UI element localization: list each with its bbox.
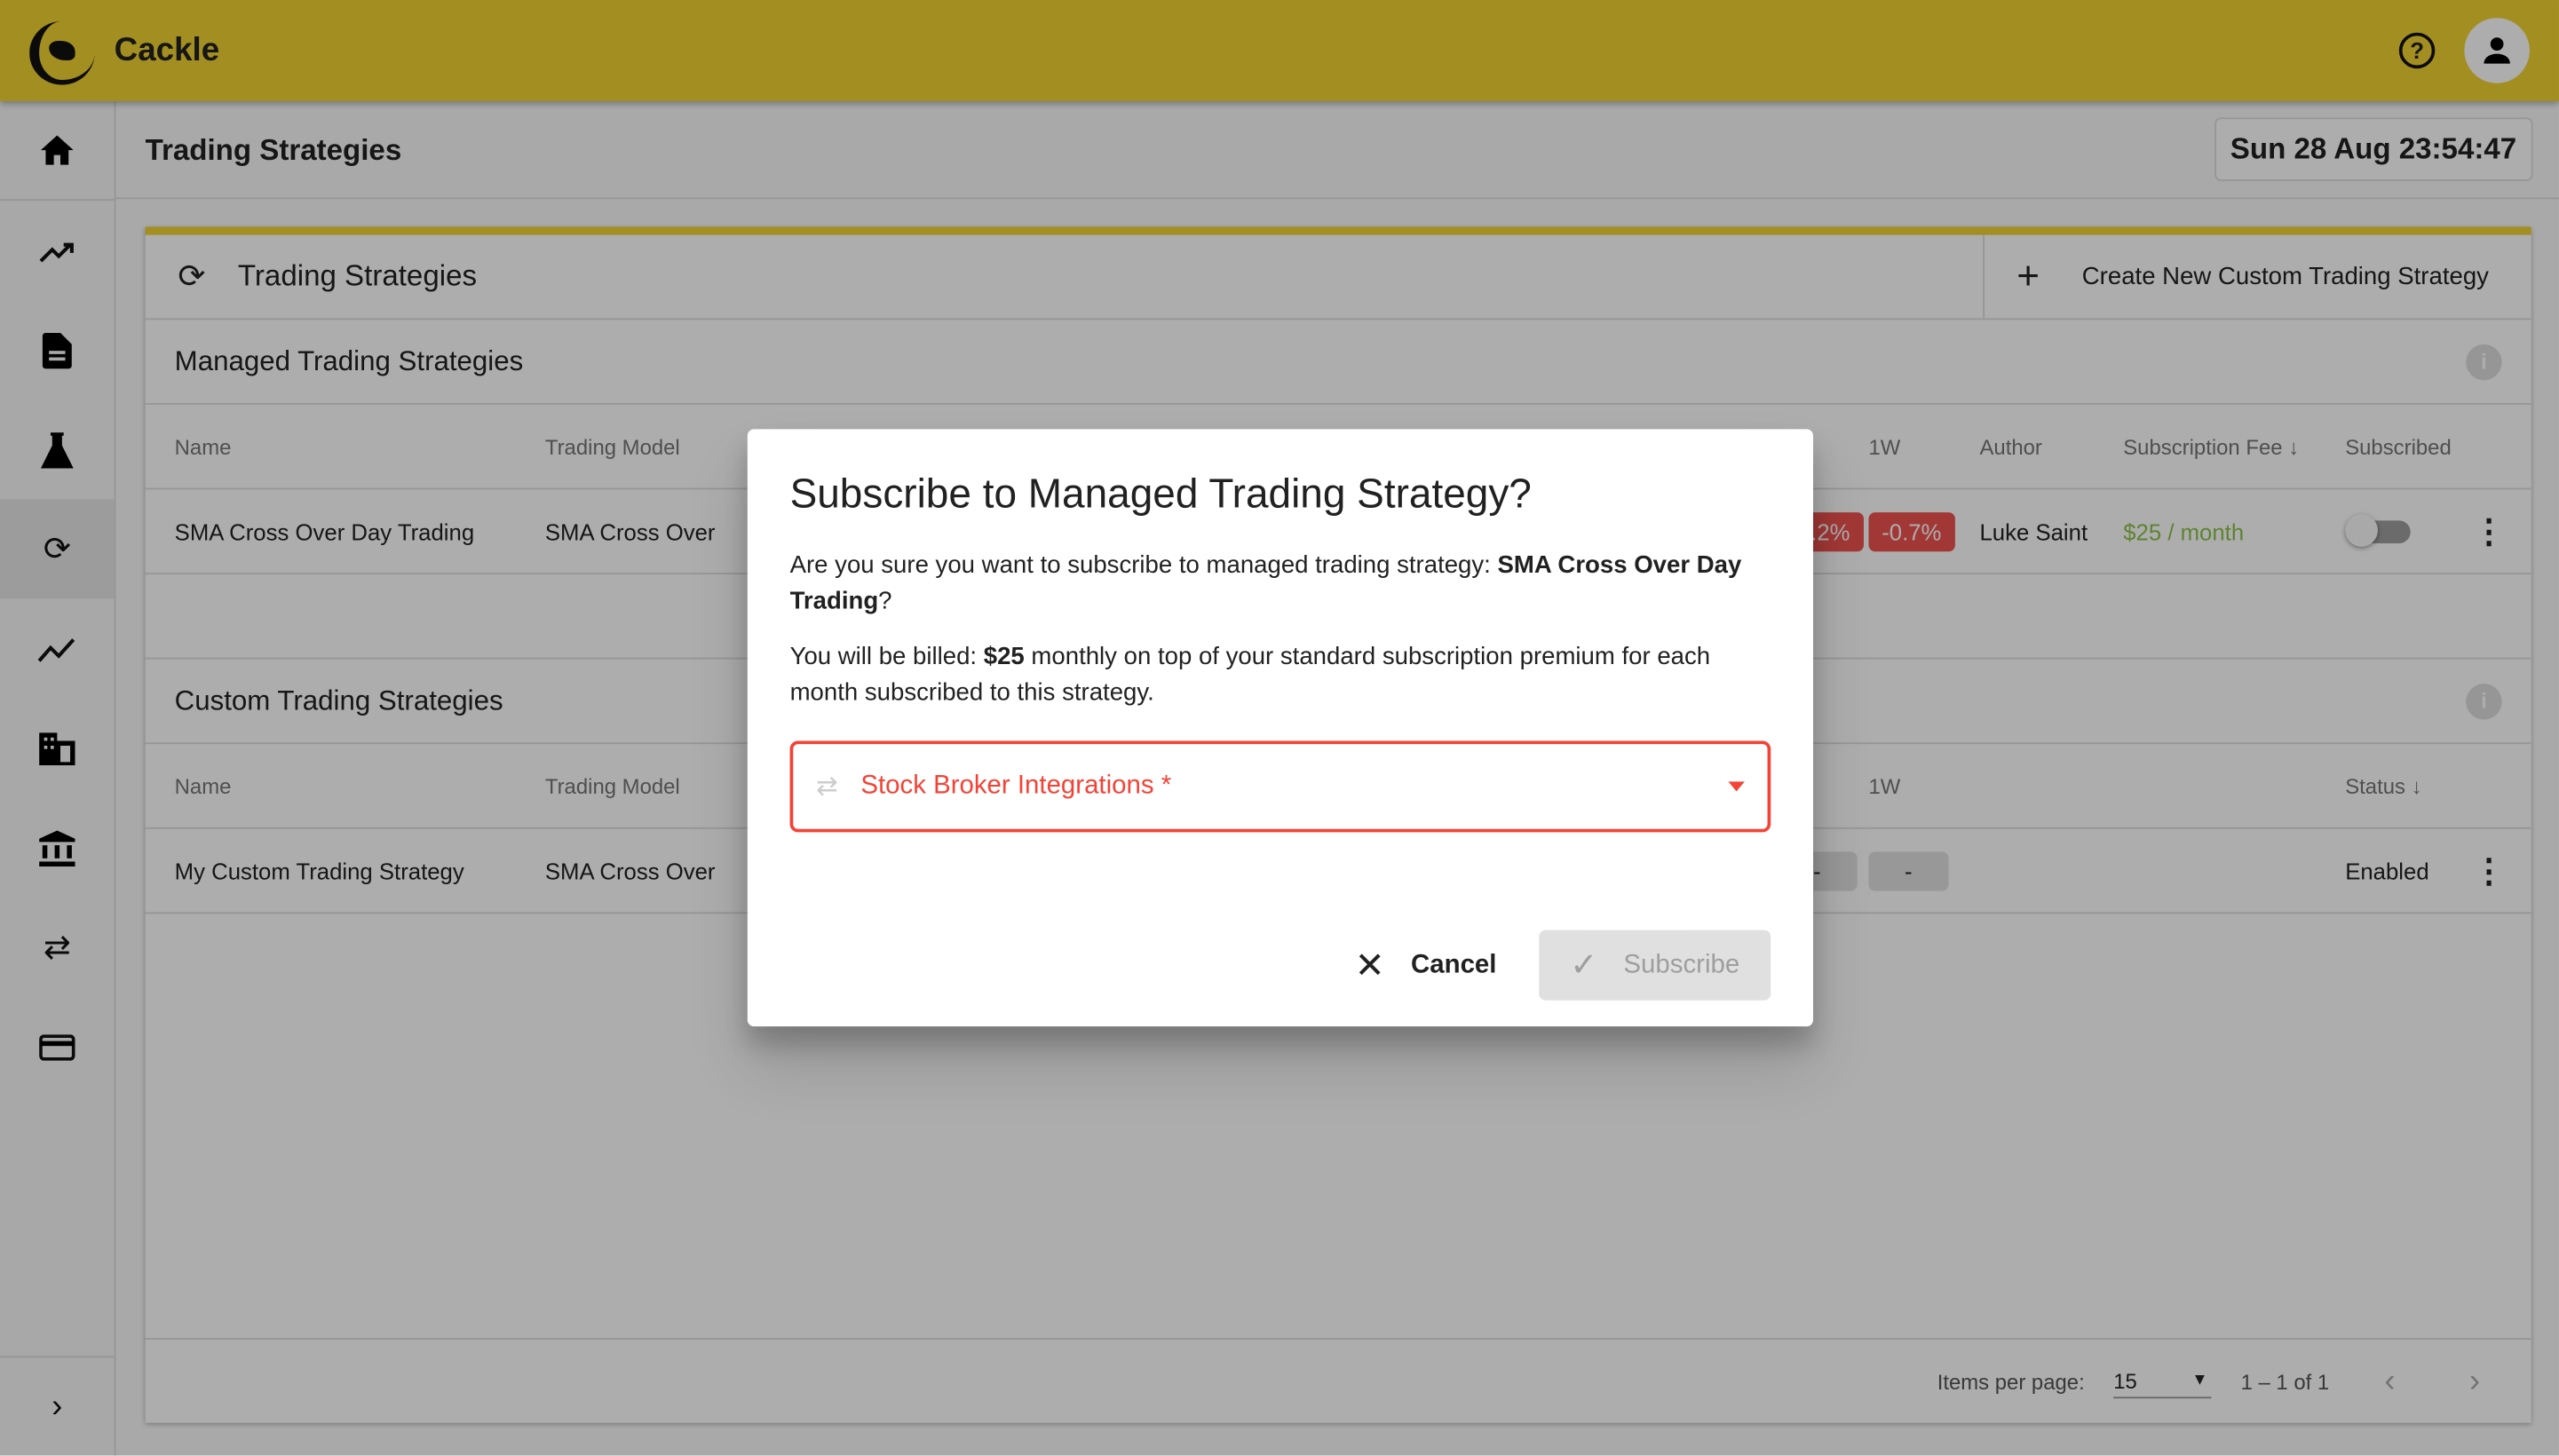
- check-icon: ✓: [1570, 947, 1598, 985]
- cancel-button[interactable]: ✕ Cancel: [1355, 944, 1497, 986]
- subscribe-button[interactable]: ✓ Subscribe: [1539, 930, 1771, 1001]
- subscribe-dialog: Subscribe to Managed Trading Strategy? A…: [747, 429, 1814, 1027]
- stock-broker-select[interactable]: ⇄ Stock Broker Integrations *: [789, 740, 1771, 833]
- swap-icon: ⇄: [816, 773, 838, 802]
- dialog-title: Subscribe to Managed Trading Strategy?: [789, 471, 1532, 518]
- dialog-confirm-text: Are you sure you want to subscribe to ma…: [789, 551, 1742, 615]
- dialog-billing-text: You will be billed: $25 monthly on top o…: [789, 643, 1711, 707]
- close-icon: ✕: [1354, 944, 1385, 985]
- caret-down-icon: [1728, 781, 1745, 792]
- select-label: Stock Broker Integrations *: [860, 772, 1172, 800]
